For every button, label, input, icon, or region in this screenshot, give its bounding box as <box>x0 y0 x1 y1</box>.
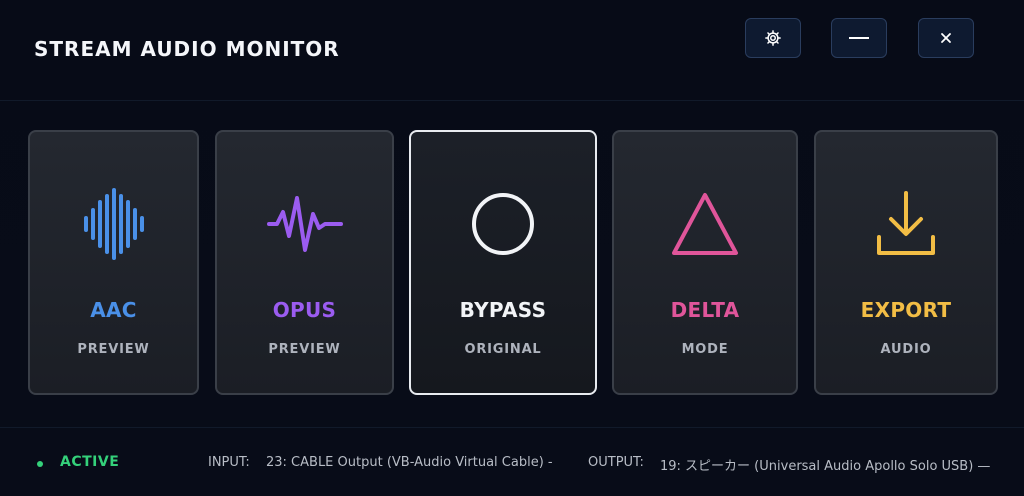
input-device-value: 23: CABLE Output (VB-Audio Virtual Cable… <box>266 455 553 470</box>
settings-button[interactable] <box>745 18 801 58</box>
minimize-icon <box>849 37 869 39</box>
triangle-icon <box>672 193 738 255</box>
output-label: OUTPUT: <box>588 455 644 470</box>
app-title: STREAM AUDIO MONITOR <box>34 37 340 61</box>
output-device-value: 19: スピーカー (Universal Audio Apollo Solo U… <box>660 459 991 474</box>
status-bar: ACTIVE INPUT: 23: CABLE Output (VB-Audio… <box>0 427 1024 496</box>
circle-icon <box>472 193 534 255</box>
status-indicator-dot <box>37 461 43 467</box>
input-label: INPUT: <box>208 455 250 470</box>
close-button[interactable] <box>918 18 974 58</box>
card-title: AAC <box>90 298 137 322</box>
card-subtitle: MODE <box>681 342 729 357</box>
card-title: DELTA <box>670 298 740 322</box>
download-icon <box>877 191 935 255</box>
pulse-wave-icon <box>266 196 343 252</box>
export-audio-card[interactable]: EXPORT AUDIO <box>814 130 998 395</box>
aac-preview-card[interactable]: AAC PREVIEW <box>28 130 199 395</box>
bypass-original-card[interactable]: BYPASS ORIGINAL <box>409 130 597 395</box>
delta-mode-card[interactable]: DELTA MODE <box>612 130 798 395</box>
minimize-button[interactable] <box>831 18 887 58</box>
card-title: BYPASS <box>459 298 547 322</box>
status-label: ACTIVE <box>60 454 120 470</box>
close-icon <box>941 33 951 43</box>
card-title: OPUS <box>272 298 337 322</box>
title-bar: STREAM AUDIO MONITOR <box>0 0 1024 101</box>
card-subtitle: PREVIEW <box>268 342 341 357</box>
card-title: EXPORT <box>860 298 952 322</box>
card-subtitle: AUDIO <box>880 342 932 357</box>
opus-preview-card[interactable]: OPUS PREVIEW <box>215 130 394 395</box>
card-subtitle: ORIGINAL <box>464 342 542 357</box>
app-window: STREAM AUDIO MONITOR AAC PREVIEW OPUS PR… <box>0 0 1024 496</box>
gear-icon <box>765 30 781 46</box>
waveform-bars-icon <box>83 188 144 260</box>
card-subtitle: PREVIEW <box>77 342 150 357</box>
